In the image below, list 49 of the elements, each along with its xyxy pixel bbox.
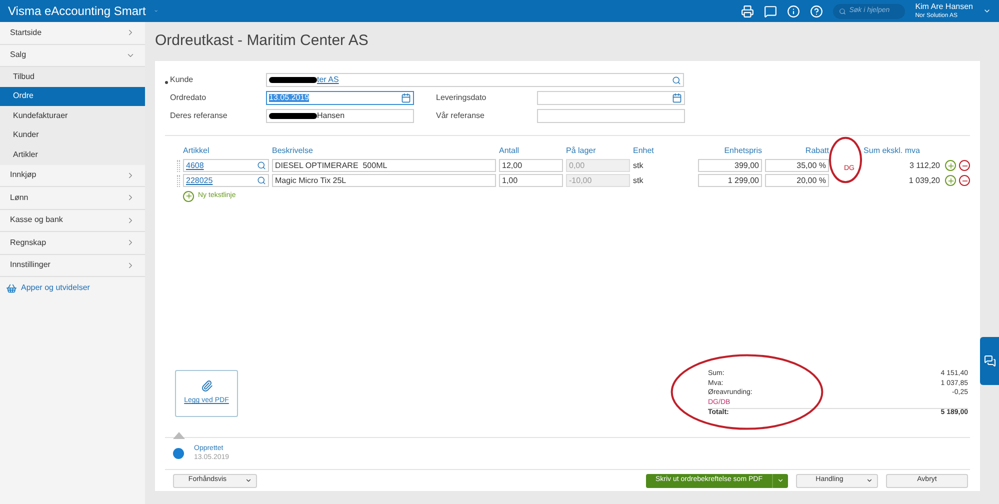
submenu-item[interactable]: Ordre bbox=[0, 86, 145, 106]
field-value: 13.05.2019 bbox=[269, 94, 310, 102]
field-label: Leveringsdato bbox=[436, 92, 488, 104]
input-field[interactable]: Magic Micro Tix 25L bbox=[272, 174, 496, 187]
app-title[interactable]: Visma eAccounting Smart bbox=[8, 2, 146, 20]
article-field[interactable]: 4608 bbox=[183, 159, 269, 172]
page-title: Ordreutkast - Maritim Center AS bbox=[155, 31, 370, 52]
column-header: Beskrivelse bbox=[272, 145, 314, 157]
field-value: Hansen bbox=[317, 112, 345, 120]
submenu-item[interactable]: Kundefakturaer bbox=[0, 106, 145, 126]
input-field[interactable]: 35,00 % bbox=[765, 159, 829, 172]
lookup-field[interactable]: ter AS bbox=[266, 73, 684, 87]
unit-text: stk bbox=[633, 160, 644, 172]
submenu-item[interactable]: Kunder bbox=[0, 126, 145, 145]
field-label: Deres referanse bbox=[170, 110, 228, 122]
column-header: Enhetspris bbox=[723, 145, 762, 157]
column-header: Sum ekskl. mva bbox=[862, 145, 921, 157]
sidebar-item[interactable]: Kasse og bank bbox=[0, 210, 145, 232]
sidebar-item[interactable]: Innkjøp bbox=[0, 164, 145, 187]
input-field[interactable]: 1 299,00 bbox=[698, 174, 762, 187]
submenu-item[interactable]: Tilbud bbox=[0, 67, 145, 86]
input-field[interactable]: Hansen bbox=[266, 109, 414, 123]
user-name[interactable]: Kim Are Hansen bbox=[915, 3, 973, 11]
field-value: ter AS bbox=[317, 76, 339, 84]
input-field[interactable]: 12,00 bbox=[499, 159, 563, 172]
line-sum: 3 112,20 bbox=[908, 160, 941, 172]
sidebar-item[interactable]: Startside bbox=[0, 22, 145, 44]
sidebar-item[interactable]: Lønn bbox=[0, 187, 145, 210]
field-label: Ordredato bbox=[170, 92, 206, 104]
field-label: Vår referanse bbox=[436, 110, 486, 122]
stock-field: -10,00 bbox=[566, 174, 630, 187]
column-header: Enhet bbox=[633, 145, 655, 157]
column-header: Artikkel bbox=[183, 145, 210, 157]
input-field[interactable]: 1,00 bbox=[499, 174, 563, 187]
stock-field: 0,00 bbox=[566, 159, 630, 172]
submenu-item[interactable]: Artikler bbox=[0, 145, 145, 164]
input-field[interactable]: 20,00 % bbox=[765, 174, 829, 187]
apps-link[interactable]: Apper og utvidelser bbox=[21, 282, 90, 294]
input-field[interactable]: DIESEL OPTIMERARE 500ML bbox=[272, 159, 496, 172]
input-field[interactable]: 399,00 bbox=[698, 159, 762, 172]
column-header: På lager bbox=[566, 145, 597, 157]
article-field[interactable]: 228025 bbox=[183, 174, 269, 187]
field-label: Kunde bbox=[170, 74, 194, 86]
sidebar-item[interactable]: Innstillinger bbox=[0, 254, 145, 277]
column-header: Rabatt bbox=[804, 145, 829, 157]
unit-text: stk bbox=[633, 174, 644, 186]
column-header: Antall bbox=[499, 145, 520, 157]
line-sum: 1 039,20 bbox=[908, 174, 941, 186]
sidebar-item[interactable]: Regnskap bbox=[0, 232, 145, 254]
